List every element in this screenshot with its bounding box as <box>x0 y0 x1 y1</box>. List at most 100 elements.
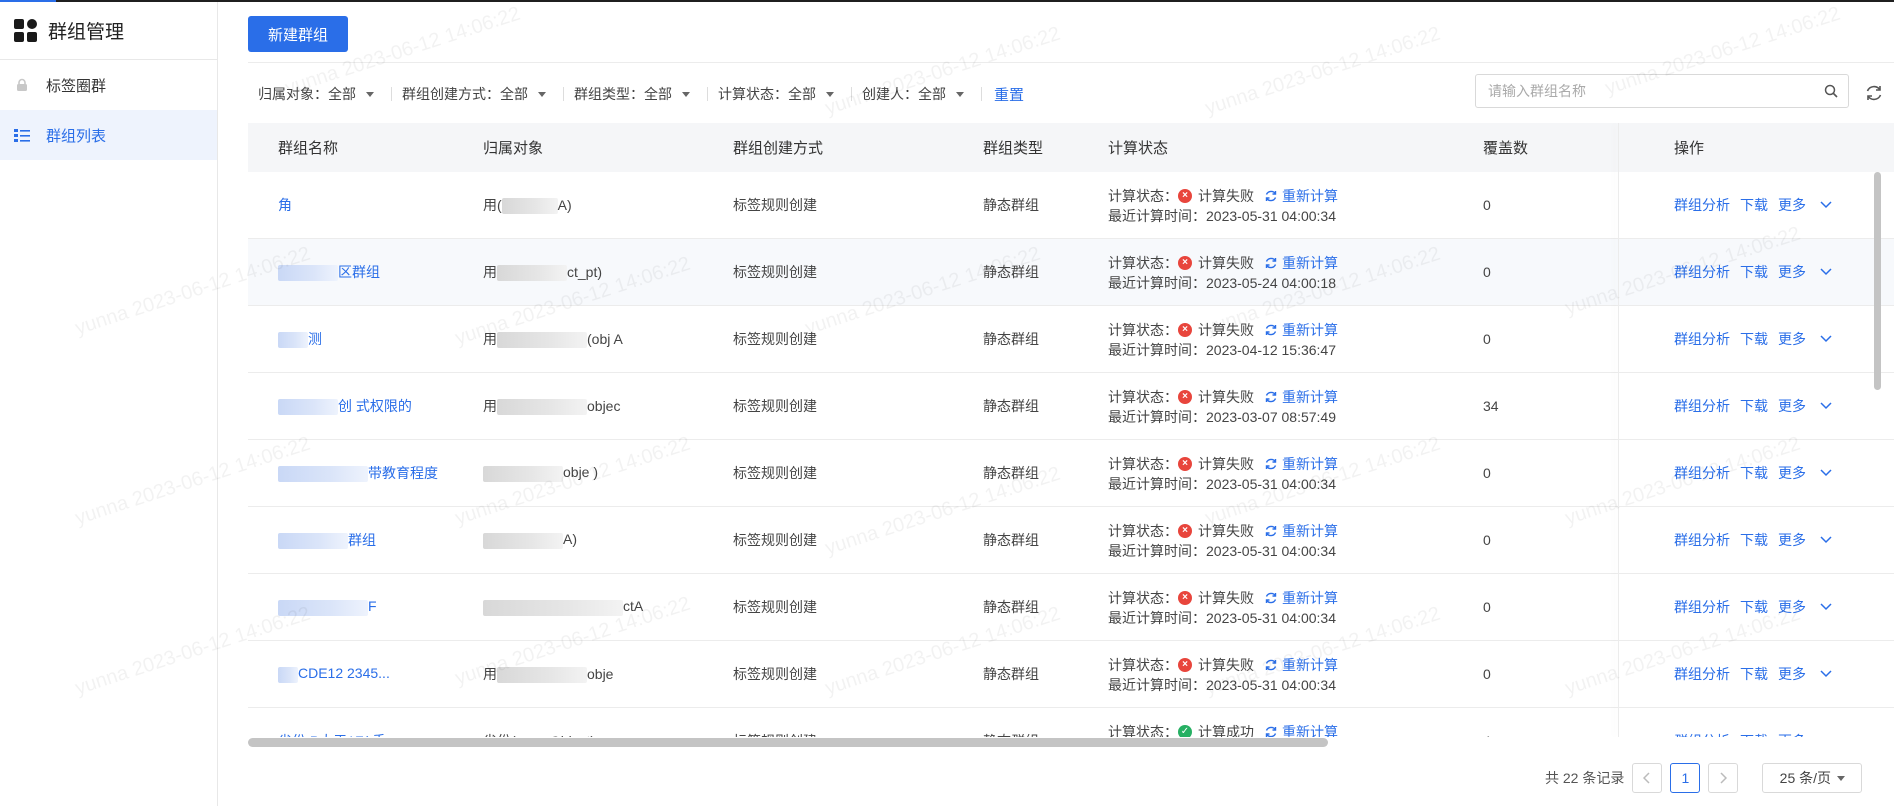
group-analysis-link[interactable]: 群组分析 <box>1674 329 1730 349</box>
recalculate-link[interactable]: 重新计算 <box>1264 387 1338 407</box>
col-header-type: 群组类型 <box>983 140 1044 157</box>
search-input[interactable] <box>1476 76 1814 106</box>
download-link[interactable]: 下载 <box>1740 597 1768 617</box>
refresh-icon <box>1265 525 1277 536</box>
refresh-icon[interactable] <box>1863 82 1885 104</box>
page-size-select[interactable]: 25 条/页 <box>1762 763 1863 793</box>
owner-tail-text: A) <box>557 197 572 213</box>
group-name-link[interactable]: 区群组 <box>338 262 380 282</box>
group-name-link[interactable]: 创 式权限的 <box>338 396 412 416</box>
group-analysis-link[interactable]: 群组分析 <box>1674 463 1730 483</box>
sidebar-item-label: 标签圈群 <box>46 77 107 95</box>
filter-group-type[interactable]: 群组类型： 全部 <box>564 80 708 108</box>
filter-label: 群组类型： <box>574 86 644 102</box>
group-analysis-link[interactable]: 群组分析 <box>1674 396 1730 416</box>
recalculate-link[interactable]: 重新计算 <box>1264 454 1338 474</box>
more-dropdown[interactable]: 更多 <box>1778 664 1833 684</box>
download-link[interactable]: 下载 <box>1740 530 1768 550</box>
group-analysis-link[interactable]: 群组分析 <box>1674 195 1730 215</box>
chevron-left-icon <box>1643 772 1650 784</box>
group-name-link[interactable]: 角 <box>278 195 292 215</box>
recalculate-link[interactable]: 重新计算 <box>1264 655 1338 675</box>
time-value: 2023-03-07 08:57:49 <box>1206 408 1336 425</box>
more-label: 更多 <box>1778 465 1806 481</box>
download-link[interactable]: 下载 <box>1740 329 1768 349</box>
recalculate-link[interactable]: 重新计算 <box>1264 320 1338 340</box>
owner-text: 用 <box>483 264 497 280</box>
filter-value: 全部 <box>328 86 356 102</box>
more-dropdown[interactable]: 更多 <box>1778 262 1833 282</box>
recalculate-link[interactable]: 重新计算 <box>1264 521 1338 541</box>
recalculate-label: 重新计算 <box>1282 522 1338 539</box>
reset-link[interactable]: 重置 <box>994 84 1024 105</box>
vertical-scrollbar[interactable] <box>1874 172 1881 737</box>
more-dropdown[interactable]: 更多 <box>1778 329 1833 349</box>
filter-create-method[interactable]: 群组创建方式： 全部 <box>392 80 564 108</box>
download-link[interactable]: 下载 <box>1740 195 1768 215</box>
more-dropdown[interactable]: 更多 <box>1778 463 1833 483</box>
error-icon: × <box>1178 590 1192 605</box>
next-page-button[interactable] <box>1708 763 1739 793</box>
status-label: 计算状态： <box>1108 656 1178 673</box>
status-cell: 计算状态： × 计算失败 重新计算 最近计算时间：2023-05-24 04:00:18 <box>1108 254 1483 291</box>
time-value: 2023-05-31 04:00:34 <box>1206 609 1336 626</box>
ops-cell: 群组分析下载更多 <box>1658 664 1894 684</box>
group-name-cell: 区群组 <box>248 262 483 282</box>
filter-creator[interactable]: 创建人： 全部 <box>852 80 982 108</box>
list-icon <box>14 127 30 143</box>
recalculate-link[interactable]: 重新计算 <box>1264 722 1338 737</box>
download-link[interactable]: 下载 <box>1740 396 1768 416</box>
group-analysis-link[interactable]: 群组分析 <box>1674 664 1730 684</box>
scroll-thumb[interactable] <box>248 738 1328 747</box>
more-dropdown[interactable]: 更多 <box>1778 530 1833 550</box>
download-link[interactable]: 下载 <box>1740 463 1768 483</box>
more-dropdown[interactable]: 更多 <box>1778 597 1833 617</box>
download-link[interactable]: 下载 <box>1740 262 1768 282</box>
group-analysis-link[interactable]: 群组分析 <box>1674 530 1730 550</box>
sidebar-item-tag-circle[interactable]: 标签圈群 <box>0 60 217 110</box>
redacted-block <box>278 399 338 416</box>
refresh-icon <box>1265 726 1277 737</box>
status-text: 计算失败 <box>1198 589 1254 606</box>
status-label: 计算状态： <box>1108 388 1178 405</box>
group-name-link[interactable]: 群组 <box>348 530 376 550</box>
last-calc-time: 最近计算时间：2023-05-31 04:00:34 <box>1108 675 1483 693</box>
search-icon[interactable] <box>1814 84 1848 98</box>
status-label: 计算状态： <box>1108 187 1178 204</box>
group-name-link[interactable]: F <box>368 598 377 614</box>
filter-owner[interactable]: 归属对象： 全部 <box>248 80 392 108</box>
col-header-name[interactable]: 群组名称 <box>248 137 483 158</box>
new-group-button[interactable]: 新建群组 <box>248 16 348 52</box>
status-label: 计算状态： <box>1108 254 1178 271</box>
group-name-link[interactable]: CDE12 2345... <box>298 665 390 681</box>
group-analysis-link[interactable]: 群组分析 <box>1674 597 1730 617</box>
col-header-method: 群组创建方式 <box>733 140 824 157</box>
group-name-cell: CDE12 2345... <box>248 665 483 683</box>
time-label: 最近计算时间： <box>1108 341 1206 358</box>
prev-page-button[interactable] <box>1632 763 1663 793</box>
status-label: 计算状态： <box>1108 589 1178 606</box>
horizontal-scrollbar[interactable] <box>248 737 1894 747</box>
group-name-link[interactable]: 测 <box>308 329 322 349</box>
status-cell: 计算状态： × 计算失败 重新计算 最近计算时间：2023-05-31 04:00:34 <box>1108 656 1483 693</box>
redacted-block <box>278 265 338 282</box>
refresh-icon <box>1265 324 1277 335</box>
group-analysis-link[interactable]: 群组分析 <box>1674 262 1730 282</box>
page-number-button[interactable]: 1 <box>1670 763 1701 793</box>
recalculate-link[interactable]: 重新计算 <box>1264 253 1338 273</box>
more-dropdown[interactable]: 更多 <box>1778 396 1833 416</box>
status-label: 计算状态： <box>1108 723 1178 738</box>
filter-calc-status[interactable]: 计算状态： 全部 <box>708 80 852 108</box>
recalculate-link[interactable]: 重新计算 <box>1264 186 1338 206</box>
count-cell: 0 <box>1483 465 1491 481</box>
status-text: 计算失败 <box>1198 455 1254 472</box>
status-label: 计算状态： <box>1108 321 1178 338</box>
group-name-link[interactable]: 带教育程度 <box>368 463 438 483</box>
recalculate-link[interactable]: 重新计算 <box>1264 588 1338 608</box>
scroll-thumb[interactable] <box>1874 172 1881 390</box>
sidebar-item-group-list[interactable]: 群组列表 <box>0 110 217 160</box>
chevron-down-icon <box>1820 402 1832 410</box>
more-dropdown[interactable]: 更多 <box>1778 195 1833 215</box>
download-link[interactable]: 下载 <box>1740 664 1768 684</box>
sidebar-item-label: 群组列表 <box>46 127 107 145</box>
